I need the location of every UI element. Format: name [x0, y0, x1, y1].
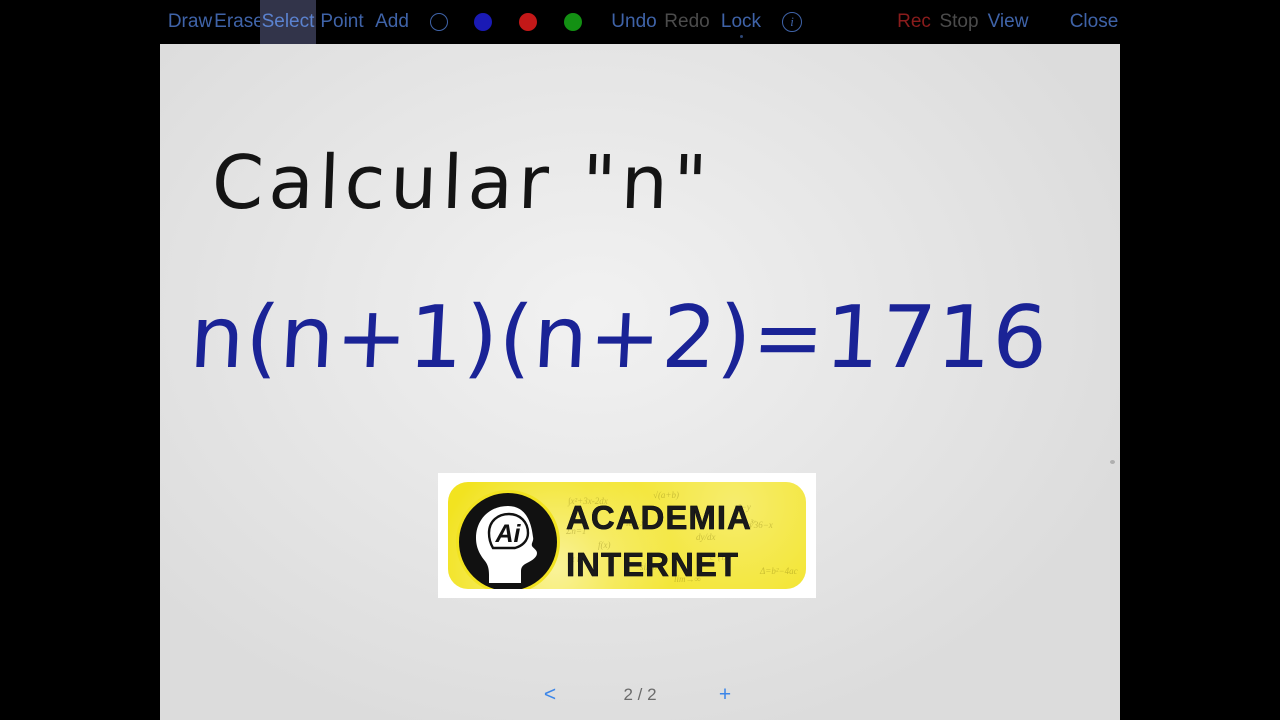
whiteboard-canvas[interactable]: Calcular "n" n(n+1)(n+2)=1716 ∫x²+3x-2dx… — [160, 44, 1120, 720]
logo-line-academia: ACADEMIA — [566, 494, 806, 541]
next-page-button[interactable]: + — [705, 678, 745, 712]
logo-badge: Ai — [456, 490, 560, 589]
close-button[interactable]: Close — [1068, 0, 1120, 44]
undo-button[interactable]: Undo — [608, 0, 660, 44]
tool-point[interactable]: Point — [312, 0, 372, 44]
ai-head-silhouette-icon: Ai — [476, 506, 537, 583]
color-swatch-green-icon[interactable] — [564, 13, 582, 31]
tool-select[interactable]: Select — [260, 0, 316, 44]
stop-button[interactable]: Stop — [938, 0, 980, 44]
tool-add[interactable]: Add — [368, 0, 416, 44]
color-swatch-white-icon[interactable] — [430, 13, 448, 31]
svg-text:Ai: Ai — [495, 520, 522, 548]
redo-button[interactable]: Redo — [662, 0, 712, 44]
info-icon[interactable]: i — [782, 12, 802, 32]
page-indicator: 2 / 2 — [623, 685, 657, 704]
page-navigation: < 2 / 2 + — [160, 678, 1120, 712]
color-swatch-blue-icon[interactable] — [474, 13, 492, 31]
lock-indicator-dot-icon — [740, 35, 743, 38]
view-button[interactable]: View — [986, 0, 1030, 44]
logo-banner: ∫x²+3x-2dx √(a+b) x²−y Σn=1 log₂x dy/dx … — [448, 482, 806, 589]
logo-line-internet: INTERNET — [566, 541, 806, 588]
academia-internet-logo: ∫x²+3x-2dx √(a+b) x²−y Σn=1 log₂x dy/dx … — [438, 473, 816, 598]
handwritten-title: Calcular "n" — [210, 140, 714, 226]
logo-wordmark: ACADEMIA INTERNET — [566, 494, 806, 588]
stray-ink-mark — [1110, 460, 1115, 464]
prev-page-button[interactable]: < — [530, 678, 570, 712]
record-button[interactable]: Rec — [896, 0, 932, 44]
handwritten-equation: n(n+1)(n+2)=1716 — [187, 288, 1051, 388]
toolbar: Draw Erase Select Point Add Undo Redo Lo… — [0, 0, 1280, 44]
color-swatch-red-icon[interactable] — [519, 13, 537, 31]
